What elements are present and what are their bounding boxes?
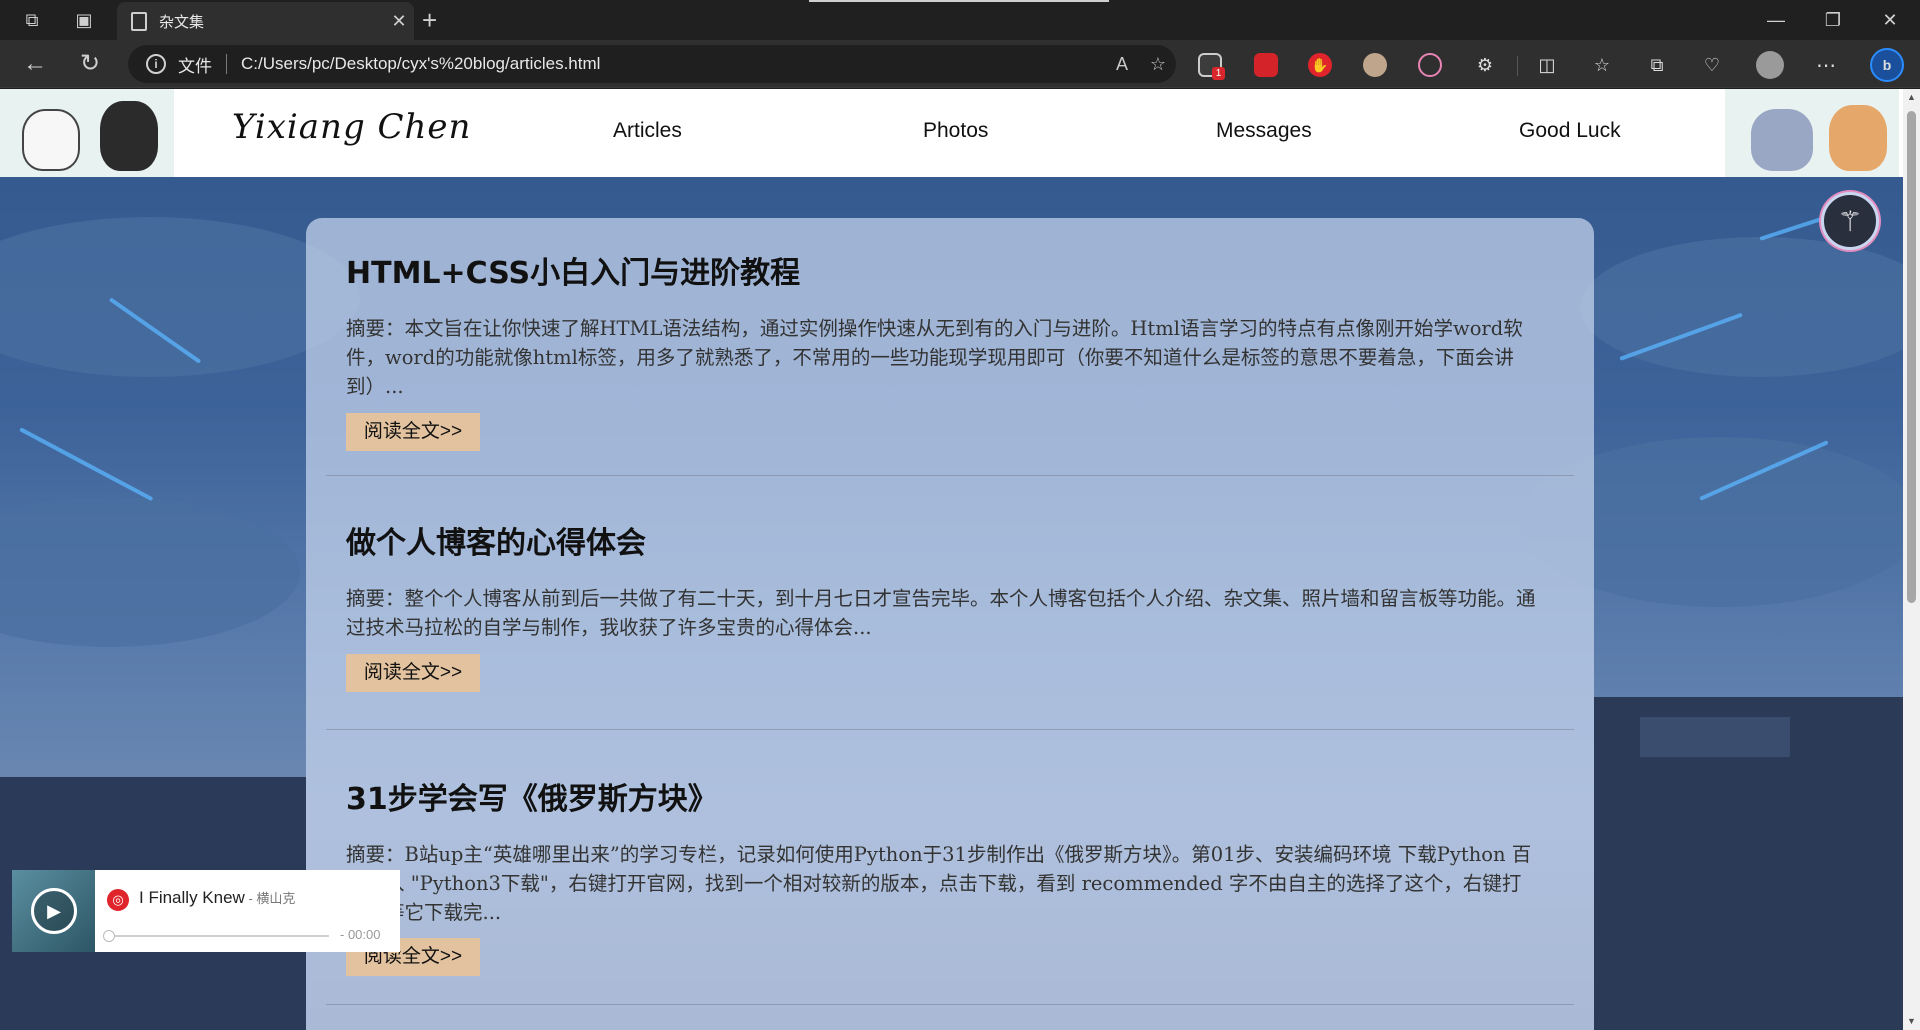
gray-cat-icon [1751,109,1813,171]
cat-illustration-left [0,89,174,177]
toolbar-separator [1517,56,1518,76]
album-cover: ▶ [12,870,95,952]
scroll-down-icon[interactable]: ▼ [1903,1013,1920,1030]
nav-messages[interactable]: Messages [1216,119,1312,143]
copilot-icon[interactable]: b [1870,48,1904,82]
nav-good-luck[interactable]: Good Luck [1519,119,1621,143]
restore-icon[interactable]: ❐ [1810,6,1856,34]
scroll-up-icon[interactable]: ▲ [1903,89,1920,106]
extension-badge: 1 [1212,67,1225,80]
close-window-icon[interactable]: ✕ [1867,6,1913,34]
article-title[interactable]: 做个人博客的心得体会 [346,518,646,562]
extension-screenshot-icon[interactable]: 1 [1198,53,1225,80]
time-display: - 00:00 [340,927,381,942]
extensions-puzzle-icon[interactable]: ⚙ [1473,53,1497,77]
music-info: ◎ I Finally Knew - 横山克 - 00:00 [95,870,400,952]
article-summary: 摘要：本文旨在让你快速了解HTML语法结构，通过实例操作快速从无到有的入门与进阶… [346,317,1523,398]
read-aloud-icon[interactable]: A [1104,54,1140,75]
scroll-thumb[interactable] [1907,111,1916,603]
address-label: 文件 [178,56,212,76]
collections-icon[interactable]: ⧉ [1645,53,1669,77]
url-text[interactable]: C:/Users/pc/Desktop/cyx's%20blog/article… [241,54,1104,74]
building-vent [1640,717,1790,757]
song-artist: - 横山克 [244,891,296,906]
netease-music-icon: ◎ [107,889,129,911]
more-menu-icon[interactable]: ⋯ [1814,53,1838,77]
info-icon[interactable]: i [146,54,166,74]
nav-photos[interactable]: Photos [923,119,988,143]
article-title[interactable]: 31步学会写《俄罗斯方块》 [346,774,718,818]
tab-title: 杂文集 [159,13,205,31]
address-separator [226,54,227,74]
extension-red-icon[interactable] [1254,53,1278,77]
cat-illustration-right [1725,89,1899,177]
progress-bar[interactable] [109,935,329,937]
black-cat-icon [100,101,158,171]
extension-avatar-icon[interactable] [1363,53,1387,77]
tab-actions-icon[interactable]: ▣ [72,8,96,32]
article-summary: 摘要：整个个人博客从前到后一共做了有二十天，到十月七日才宣告完毕。本个人博客包括… [346,587,1536,639]
performance-icon[interactable]: ♡ [1700,53,1724,77]
extension-adblock-icon[interactable]: ✋ [1308,53,1332,77]
new-tab-icon[interactable]: + [422,6,437,34]
progress-knob[interactable] [103,930,115,942]
read-more-button[interactable]: 阅读全文>> [346,413,480,451]
tab-close-icon[interactable]: ✕ [384,11,414,32]
meteor-streak [19,427,154,502]
back-icon[interactable]: ← [20,50,50,80]
song-info: I Finally Knew - 横山克 [139,888,295,908]
cloud [0,497,300,647]
page-viewport: Yixiang Chen Articles Photos Messages Go… [0,89,1903,1030]
workspaces-icon[interactable]: ⧉ [20,8,44,32]
page-icon [131,11,147,31]
article-summary: 摘要：B站up主“英雄哪里出来”的学习专栏，记录如何使用Python于31步制作… [346,843,1532,924]
refresh-icon[interactable]: ↻ [75,50,105,80]
profile-avatar-icon[interactable] [1756,51,1784,79]
song-title: I Finally Knew [139,888,245,907]
article-divider [326,729,1574,730]
loading-indicator [809,0,1109,2]
article-divider [326,1004,1574,1005]
music-player: ▶ ◎ I Finally Knew - 横山克 - 00:00 [12,870,400,952]
read-more-button[interactable]: 阅读全文>> [346,654,480,692]
tab-active[interactable]: 杂文集 ✕ [117,2,414,40]
address-bar[interactable]: i 文件 C:/Users/pc/Desktop/cyx's%20blog/ar… [128,45,1176,83]
article-divider [326,475,1574,476]
article-title[interactable]: HTML+CSS小白入门与进阶教程 [346,248,800,292]
extension-cat-icon[interactable] [1418,53,1442,77]
split-screen-icon[interactable]: ◫ [1535,53,1559,77]
white-cat-icon [22,109,80,171]
articles-panel: HTML+CSS小白入门与进阶教程 摘要：本文旨在让你快速了解HTML语法结构，… [306,218,1594,1030]
favorite-star-icon[interactable]: ☆ [1140,54,1176,75]
minimize-icon[interactable]: — [1753,6,1799,34]
favorites-icon[interactable]: ☆ [1590,53,1614,77]
orange-cat-icon [1829,105,1887,171]
site-logo[interactable]: Yixiang Chen [232,107,471,147]
page-scrollbar[interactable]: ▲ ▼ [1903,89,1920,1030]
browser-tab-bar: ⧉ ▣ 杂文集 ✕ + — ❐ ✕ [0,0,1920,40]
site-header: Yixiang Chen Articles Photos Messages Go… [0,89,1903,177]
browser-toolbar: ← ↻ i 文件 C:/Users/pc/Desktop/cyx's%20blo… [0,40,1920,88]
play-button-icon[interactable]: ▶ [31,888,77,934]
floating-menu-icon[interactable]: ⚚ [1821,192,1879,250]
nav-articles[interactable]: Articles [613,119,682,143]
